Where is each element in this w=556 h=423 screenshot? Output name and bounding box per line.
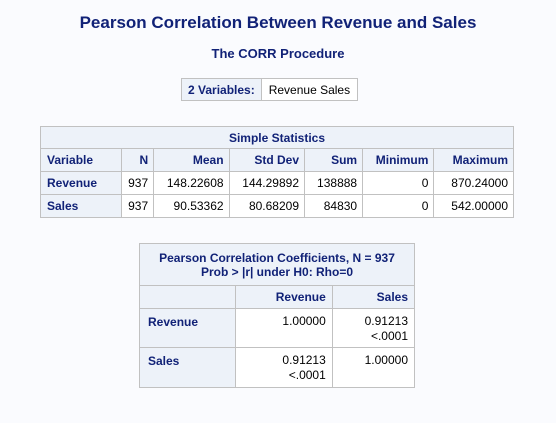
table-cell: 937: [120, 194, 155, 218]
row-header: Revenue: [138, 308, 237, 348]
procedure-title: The CORR Procedure: [211, 46, 345, 61]
table-row: Sales 937 90.53362 80.68209 84830 0 542.…: [40, 194, 514, 218]
table-row: Revenue 1.00000 0.91213 <.0001: [138, 308, 416, 348]
variables-value: Revenue Sales: [260, 78, 359, 101]
column-header: N: [120, 148, 155, 172]
column-header: Sum: [303, 148, 364, 172]
table-cell: 0.91213 <.0001: [331, 308, 416, 348]
table-cell: 0.91213 <.0001: [235, 347, 333, 388]
table-cell: 138888: [303, 171, 364, 195]
correlation-coefficient: 0.91213: [282, 353, 326, 367]
column-header: Revenue: [235, 285, 333, 309]
correlation-coefficient: 1.00000: [364, 353, 408, 367]
table-cell: 148.22608: [153, 171, 230, 195]
p-value: <.0001: [370, 329, 408, 343]
table-cell: 0: [362, 194, 435, 218]
correlation-coefficient: 0.91213: [364, 314, 408, 328]
column-header: Minimum: [362, 148, 435, 172]
row-header: Sales: [138, 347, 237, 388]
row-header: Sales: [40, 194, 122, 218]
column-header-row: Variable N Mean Std Dev Sum Minimum Maxi…: [40, 148, 514, 172]
corner-cell: [138, 285, 237, 309]
table-cell: 144.29892: [228, 171, 306, 195]
correlation-caption-line1: Pearson Correlation Coefficients, N = 93…: [159, 250, 395, 265]
table-cell: 84830: [303, 194, 364, 218]
correlation-table: Pearson Correlation Coefficients, N = 93…: [138, 243, 416, 388]
column-header: Mean: [153, 148, 230, 172]
column-header: Variable: [40, 148, 122, 172]
row-header: Revenue: [40, 171, 122, 195]
table-cell: 0: [362, 171, 435, 195]
correlation-caption: Pearson Correlation Coefficients, N = 93…: [139, 243, 415, 286]
table-row: Sales 0.91213 <.0001 1.00000: [138, 347, 416, 388]
table-cell: 80.68209: [228, 194, 306, 218]
column-header: Sales: [331, 285, 416, 309]
table-cell: 90.53362: [153, 194, 230, 218]
page-title: Pearson Correlation Between Revenue and …: [79, 13, 477, 32]
variables-label: 2 Variables:: [181, 78, 262, 101]
p-value: <.0001: [288, 368, 326, 382]
column-header: Maximum: [433, 148, 514, 172]
simple-statistics-table: Simple Statistics Variable N Mean Std De…: [40, 126, 514, 218]
table-cell: 870.24000: [433, 171, 514, 195]
table-cell: 1.00000: [331, 347, 416, 388]
table-cell: 1.00000: [235, 308, 333, 348]
variables-table: 2 Variables: Revenue Sales: [181, 78, 359, 101]
table-cell: 937: [120, 171, 155, 195]
column-header: Std Dev: [228, 148, 306, 172]
column-header-row: Revenue Sales: [138, 285, 416, 309]
table-cell: 542.00000: [433, 194, 514, 218]
correlation-coefficient: 1.00000: [282, 314, 326, 328]
table-row: Revenue 937 148.22608 144.29892 138888 0…: [40, 171, 514, 195]
simple-statistics-caption: Simple Statistics: [40, 126, 514, 149]
correlation-caption-line2: Prob > |r| under H0: Rho=0: [200, 264, 354, 279]
